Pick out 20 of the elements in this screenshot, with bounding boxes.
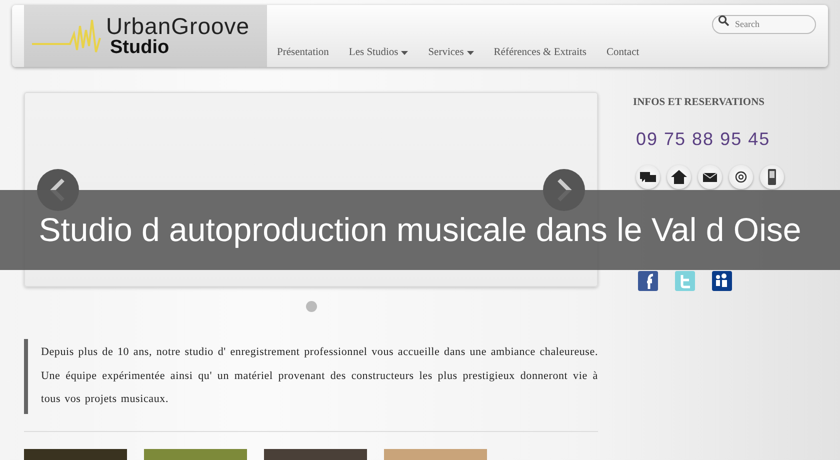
intro-paragraph: Depuis plus de 10 ans, notre studio d' enregistrement professionnel vous accueille dans une ambiance chaleureuse. Une équipe expérimentée ainsi qu' un matériel provenant des constructeurs les plus prestigieux donneront vie à tous vos projets musicaux. — [24, 339, 598, 414]
sidebar-heading: INFOS ET RESERVATIONS — [633, 96, 766, 110]
search-icon — [718, 15, 729, 26]
social-icon[interactable] — [638, 270, 658, 291]
envelope-icon[interactable] — [698, 164, 722, 189]
search-field[interactable]: Search — [712, 14, 816, 34]
home-icon[interactable] — [667, 164, 691, 189]
phone-number: 09 75 88 95 45 — [636, 128, 772, 151]
nav-link[interactable]: Présentation — [277, 45, 329, 61]
at-sign-icon[interactable] — [729, 164, 753, 189]
chat-icon[interactable] — [636, 164, 660, 189]
logo-text: UrbanGroove — [106, 15, 250, 38]
nav-link[interactable]: Services — [428, 45, 474, 61]
social-icon[interactable] — [712, 270, 732, 291]
logo-text: Studio — [110, 38, 170, 57]
nav-link[interactable]: Références & Extraits — [494, 45, 586, 61]
mobile-phone-icon[interactable] — [760, 164, 784, 189]
banner-caption: Studio d autoproduction musicale dans le Val d Oise — [0, 190, 840, 270]
nav-link[interactable]: Contact — [606, 45, 640, 61]
nav-link[interactable]: Les Studios — [348, 45, 408, 61]
